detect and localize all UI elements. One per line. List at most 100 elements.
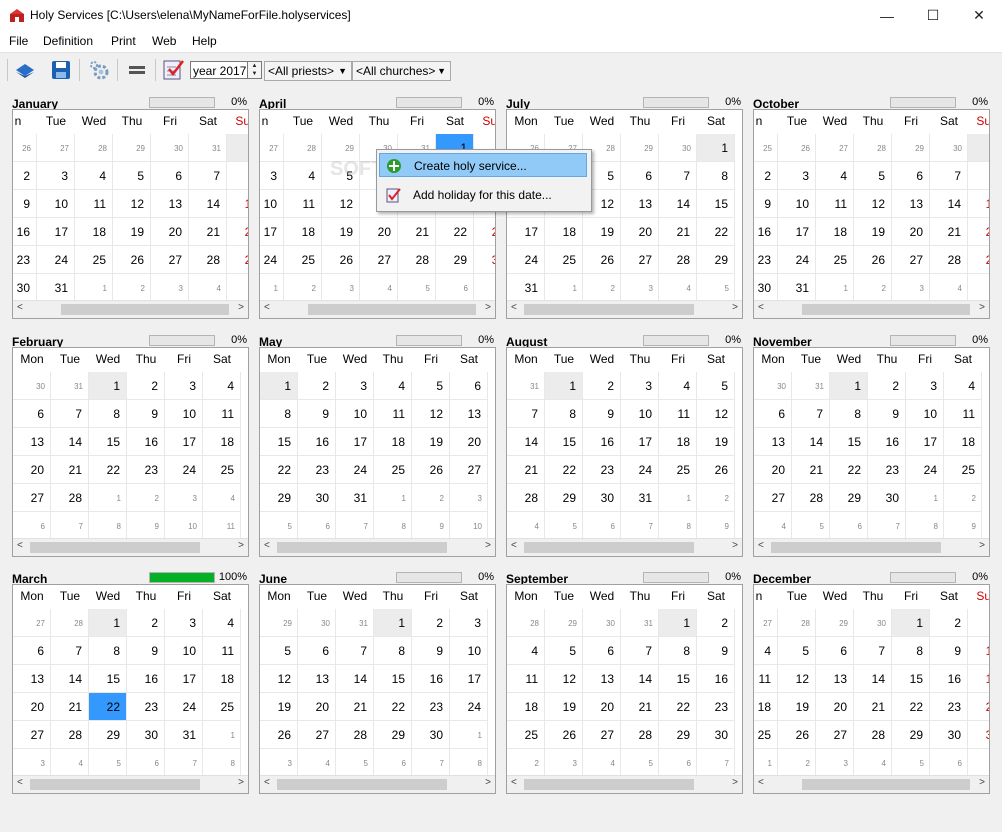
day-cell[interactable]: 1 <box>545 372 583 400</box>
day-cell[interactable]: 1 <box>450 721 488 749</box>
day-cell[interactable]: 28 <box>284 134 322 162</box>
book-icon[interactable] <box>12 58 38 82</box>
day-cell[interactable]: 10 <box>778 190 816 218</box>
day-cell[interactable]: 19 <box>322 218 360 246</box>
day-cell[interactable]: 4 <box>51 749 89 777</box>
day-cell[interactable]: 5 <box>854 162 892 190</box>
day-cell[interactable]: 2 <box>412 484 450 512</box>
day-cell[interactable]: 19 <box>778 693 816 721</box>
day-cell[interactable]: 29 <box>260 609 298 637</box>
day-cell[interactable]: 6 <box>374 749 412 777</box>
day-cell[interactable]: 9 <box>412 637 450 665</box>
day-cell[interactable]: 9 <box>754 190 778 218</box>
day-cell[interactable]: 5 <box>412 372 450 400</box>
day-cell[interactable]: 9 <box>127 400 165 428</box>
day-cell[interactable]: 31 <box>621 609 659 637</box>
day-cell[interactable]: 10 <box>37 190 75 218</box>
day-cell[interactable]: 27 <box>816 721 854 749</box>
scroll-thumb[interactable] <box>61 304 229 315</box>
day-cell[interactable]: 30 <box>868 484 906 512</box>
day-cell[interactable]: 2 <box>412 609 450 637</box>
day-cell[interactable]: 26 <box>697 456 735 484</box>
day-cell[interactable]: 29 <box>545 609 583 637</box>
day-cell[interactable]: 25 <box>754 721 778 749</box>
day-cell[interactable]: 18 <box>545 218 583 246</box>
day-cell[interactable]: 4 <box>284 162 322 190</box>
day-cell[interactable]: 7 <box>968 749 989 777</box>
day-cell[interactable]: 1 <box>374 484 412 512</box>
day-cell[interactable]: 4 <box>203 609 241 637</box>
day-cell[interactable]: 6 <box>151 162 189 190</box>
day-cell[interactable]: 21 <box>51 456 89 484</box>
day-cell[interactable]: 27 <box>450 456 488 484</box>
day-cell[interactable]: 28 <box>336 721 374 749</box>
day-cell[interactable]: 3 <box>165 484 203 512</box>
day-cell[interactable]: 12 <box>113 190 151 218</box>
day-cell[interactable]: 22 <box>830 456 868 484</box>
day-cell[interactable]: 3 <box>816 749 854 777</box>
day-cell[interactable]: 2 <box>127 484 165 512</box>
day-cell[interactable]: 31 <box>336 484 374 512</box>
day-cell[interactable]: 21 <box>189 218 227 246</box>
day-cell[interactable]: 1 <box>659 609 697 637</box>
day-cell[interactable]: 23 <box>127 693 165 721</box>
day-cell[interactable]: 4 <box>754 512 792 540</box>
day-cell[interactable]: 5 <box>968 274 989 302</box>
day-cell[interactable]: 2 <box>127 609 165 637</box>
day-cell[interactable]: 12 <box>412 400 450 428</box>
day-cell[interactable]: 21 <box>51 693 89 721</box>
day-cell[interactable]: 3 <box>968 609 989 637</box>
day-cell[interactable]: 26 <box>583 246 621 274</box>
day-cell[interactable]: 15 <box>227 190 248 218</box>
day-cell[interactable]: 6 <box>298 637 336 665</box>
menu-help[interactable]: Help <box>192 34 217 48</box>
scroll-right-icon[interactable]: > <box>238 777 244 788</box>
day-cell[interactable]: 20 <box>151 218 189 246</box>
day-cell[interactable]: 26 <box>13 134 37 162</box>
day-cell[interactable]: 7 <box>659 162 697 190</box>
day-cell[interactable]: 9 <box>412 512 450 540</box>
day-cell[interactable]: 27 <box>583 721 621 749</box>
day-cell[interactable]: 25 <box>944 456 982 484</box>
day-cell[interactable]: 22 <box>374 693 412 721</box>
day-cell[interactable]: 4 <box>360 274 398 302</box>
save-icon[interactable] <box>48 58 74 82</box>
day-cell[interactable]: 30 <box>659 134 697 162</box>
day-cell[interactable]: 30 <box>754 274 778 302</box>
day-cell[interactable]: 31 <box>189 134 227 162</box>
day-cell[interactable]: 11 <box>754 665 778 693</box>
day-cell[interactable]: 2 <box>113 274 151 302</box>
day-cell[interactable]: 11 <box>944 400 982 428</box>
day-cell[interactable]: 28 <box>189 246 227 274</box>
day-cell[interactable]: 3 <box>37 162 75 190</box>
menu-definition[interactable]: Definition <box>43 34 93 48</box>
day-cell[interactable]: 8 <box>545 400 583 428</box>
month-grid[interactable]: nTueWedThuFriSatSun272829303112345678910… <box>259 109 496 319</box>
day-cell[interactable]: 28 <box>51 609 89 637</box>
day-cell[interactable]: 9 <box>697 637 735 665</box>
day-cell[interactable]: 29 <box>659 721 697 749</box>
day-cell[interactable]: 9 <box>944 512 982 540</box>
day-cell[interactable]: 30 <box>151 134 189 162</box>
horizontal-scrollbar[interactable]: < > <box>13 538 248 556</box>
day-cell[interactable]: 29 <box>374 721 412 749</box>
day-cell[interactable]: 2 <box>778 749 816 777</box>
scroll-thumb[interactable] <box>524 304 694 315</box>
day-cell[interactable]: 12 <box>322 190 360 218</box>
day-cell[interactable]: 7 <box>868 512 906 540</box>
day-cell[interactable]: 3 <box>260 749 298 777</box>
day-cell[interactable]: 5 <box>227 274 248 302</box>
day-cell[interactable]: 1 <box>659 484 697 512</box>
day-cell[interactable]: 17 <box>165 428 203 456</box>
day-cell[interactable]: 6 <box>298 512 336 540</box>
day-cell[interactable]: 12 <box>545 665 583 693</box>
day-cell[interactable]: 23 <box>474 218 495 246</box>
create-holy-service-item[interactable]: Create holy service... <box>379 153 587 177</box>
day-cell[interactable]: 18 <box>754 693 778 721</box>
day-cell[interactable]: 12 <box>260 665 298 693</box>
day-cell[interactable]: 25 <box>374 456 412 484</box>
day-cell[interactable]: 14 <box>507 428 545 456</box>
horizontal-scrollbar[interactable]: < > <box>754 775 989 793</box>
day-cell[interactable]: 23 <box>583 456 621 484</box>
day-cell[interactable]: 27 <box>754 484 792 512</box>
